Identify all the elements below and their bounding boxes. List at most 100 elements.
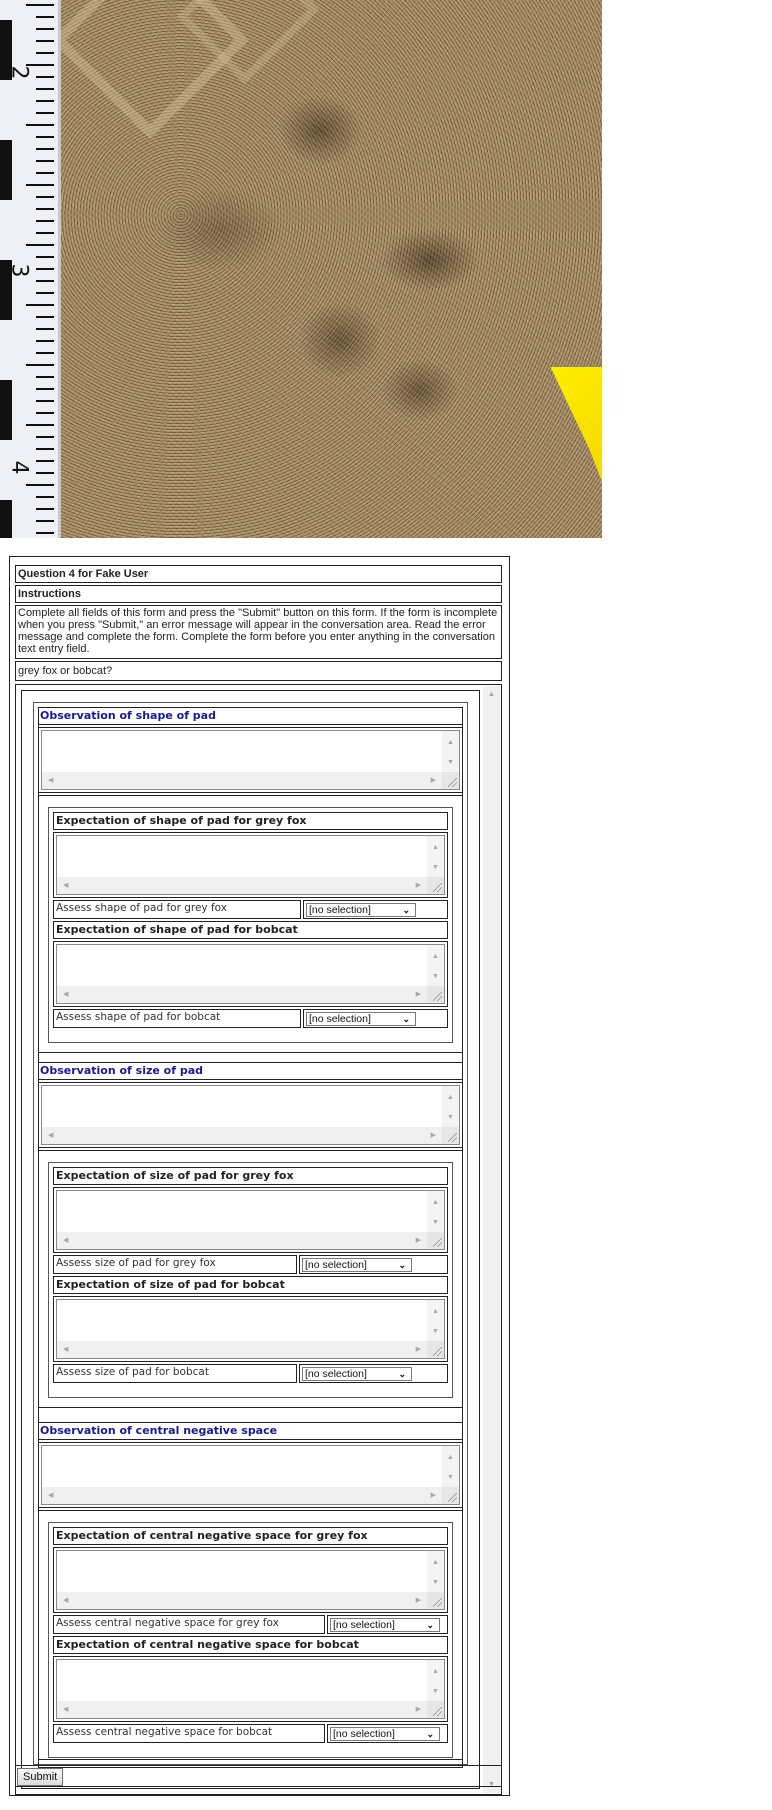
textarea-vertical-scrollbar[interactable]: ▲ ▼ bbox=[427, 1551, 444, 1592]
assess-select[interactable]: [no selection] ⌄ bbox=[306, 903, 416, 917]
textarea-horizontal-scrollbar[interactable]: ◀ ▶ bbox=[57, 1592, 427, 1609]
assess-select[interactable]: [no selection] ⌄ bbox=[330, 1727, 440, 1741]
textarea-horizontal-scrollbar[interactable]: ◀ ▶ bbox=[42, 1487, 442, 1504]
textarea-horizontal-scrollbar[interactable]: ◀ ▶ bbox=[57, 1232, 427, 1249]
resize-handle[interactable] bbox=[442, 772, 459, 789]
expectation-textarea[interactable] bbox=[57, 1191, 427, 1232]
textarea-horizontal-scrollbar[interactable]: ◀ ▶ bbox=[42, 1127, 442, 1144]
assess-select[interactable]: [no selection] ⌄ bbox=[302, 1367, 412, 1381]
scroll-right-icon[interactable]: ▶ bbox=[416, 991, 421, 998]
ruler-tick bbox=[36, 148, 54, 150]
textarea-vertical-scrollbar[interactable]: ▲ ▼ bbox=[427, 836, 444, 877]
scroll-right-icon[interactable]: ▶ bbox=[416, 882, 421, 889]
scroll-left-icon[interactable]: ◀ bbox=[63, 1706, 68, 1713]
ruler-tick bbox=[26, 304, 54, 306]
scroll-down-icon[interactable]: ▼ bbox=[432, 864, 439, 871]
expectation-textarea[interactable] bbox=[57, 836, 427, 877]
expectation-title: Expectation of central negative space fo… bbox=[53, 1527, 448, 1545]
scroll-down-icon[interactable]: ▼ bbox=[432, 1579, 439, 1586]
ruler-tick bbox=[36, 232, 54, 234]
textarea-horizontal-scrollbar[interactable]: ◀ ▶ bbox=[57, 1701, 427, 1718]
textarea-vertical-scrollbar[interactable]: ▲ ▼ bbox=[442, 1086, 459, 1127]
resize-handle[interactable] bbox=[427, 1341, 444, 1358]
resize-handle[interactable] bbox=[427, 1232, 444, 1249]
expectation-textarea[interactable] bbox=[57, 945, 427, 986]
scroll-up-icon[interactable]: ▲ bbox=[432, 1668, 439, 1675]
resize-grip-icon bbox=[433, 883, 442, 892]
scroll-right-icon[interactable]: ▶ bbox=[431, 777, 436, 784]
resize-handle[interactable] bbox=[427, 1592, 444, 1609]
scroll-up-icon[interactable]: ▲ bbox=[483, 686, 500, 703]
scroll-left-icon[interactable]: ◀ bbox=[63, 882, 68, 889]
scroll-down-icon[interactable]: ▼ bbox=[432, 1688, 439, 1695]
scroll-down-icon[interactable]: ▼ bbox=[432, 1219, 439, 1226]
ruler-tick bbox=[36, 40, 54, 42]
textarea-vertical-scrollbar[interactable]: ▲ ▼ bbox=[427, 1191, 444, 1232]
scroll-up-icon[interactable]: ▲ bbox=[432, 1199, 439, 1206]
textarea-horizontal-scrollbar[interactable]: ◀ ▶ bbox=[57, 877, 427, 894]
scroll-left-icon[interactable]: ◀ bbox=[48, 777, 53, 784]
resize-handle[interactable] bbox=[442, 1487, 459, 1504]
textarea-horizontal-scrollbar[interactable]: ◀ ▶ bbox=[42, 772, 442, 789]
scroll-down-icon[interactable]: ▼ bbox=[447, 1474, 454, 1481]
expectation-title: Expectation of size of pad for bobcat bbox=[53, 1276, 448, 1294]
resize-handle[interactable] bbox=[427, 1701, 444, 1718]
scroll-left-icon[interactable]: ◀ bbox=[63, 991, 68, 998]
assess-select[interactable]: [no selection] ⌄ bbox=[302, 1258, 412, 1272]
scroll-right-icon[interactable]: ▶ bbox=[431, 1492, 436, 1499]
scroll-right-icon[interactable]: ▶ bbox=[416, 1346, 421, 1353]
ruler-tick bbox=[36, 160, 54, 162]
textarea-vertical-scrollbar[interactable]: ▲ ▼ bbox=[442, 1446, 459, 1487]
assess-select-value: [no selection] bbox=[309, 904, 371, 916]
textarea-vertical-scrollbar[interactable]: ▲ ▼ bbox=[427, 1300, 444, 1341]
textarea-vertical-scrollbar[interactable]: ▲ ▼ bbox=[427, 1660, 444, 1701]
textarea-horizontal-scrollbar[interactable]: ◀ ▶ bbox=[57, 1341, 427, 1358]
scroll-right-icon[interactable]: ▶ bbox=[416, 1237, 421, 1244]
scroll-up-icon[interactable]: ▲ bbox=[432, 1559, 439, 1566]
textarea-horizontal-scrollbar[interactable]: ◀ ▶ bbox=[57, 986, 427, 1003]
resize-grip-icon bbox=[448, 1133, 457, 1142]
scroll-up-icon[interactable]: ▲ bbox=[447, 1454, 454, 1461]
scroll-left-icon[interactable]: ◀ bbox=[48, 1132, 53, 1139]
scroll-right-icon[interactable]: ▶ bbox=[416, 1597, 421, 1604]
expectation-textarea[interactable] bbox=[57, 1300, 427, 1341]
textarea-vertical-scrollbar[interactable]: ▲ ▼ bbox=[442, 731, 459, 772]
scroll-right-icon[interactable]: ▶ bbox=[416, 1706, 421, 1713]
resize-handle[interactable] bbox=[442, 1127, 459, 1144]
observation-textarea[interactable] bbox=[42, 731, 442, 772]
resize-handle[interactable] bbox=[427, 877, 444, 894]
ruler-mark: 4 bbox=[6, 460, 32, 475]
scroll-up-icon[interactable]: ▲ bbox=[432, 844, 439, 851]
scroll-up-icon[interactable]: ▲ bbox=[447, 739, 454, 746]
scroll-right-icon[interactable]: ▶ bbox=[431, 1132, 436, 1139]
observation-textarea[interactable] bbox=[42, 1086, 442, 1127]
ruler-block bbox=[0, 500, 12, 538]
ruler-tick bbox=[36, 340, 54, 342]
scroll-up-icon[interactable]: ▲ bbox=[432, 1308, 439, 1315]
assess-label: Assess shape of pad for grey fox bbox=[53, 900, 301, 919]
assess-select[interactable]: [no selection] ⌄ bbox=[330, 1618, 440, 1632]
observation-textarea[interactable] bbox=[42, 1446, 442, 1487]
scroll-down-icon[interactable]: ▼ bbox=[447, 1114, 454, 1121]
resize-handle[interactable] bbox=[427, 986, 444, 1003]
scroll-down-icon[interactable]: ▼ bbox=[432, 973, 439, 980]
scroll-left-icon[interactable]: ◀ bbox=[63, 1346, 68, 1353]
scroll-up-icon[interactable]: ▲ bbox=[447, 1094, 454, 1101]
assess-select-value: [no selection] bbox=[333, 1728, 395, 1740]
textarea-vertical-scrollbar[interactable]: ▲ ▼ bbox=[427, 945, 444, 986]
scroll-down-icon[interactable]: ▼ bbox=[432, 1328, 439, 1335]
vertical-scrollbar[interactable]: ▲ ▼ bbox=[483, 686, 500, 1793]
form-scroll-area[interactable]: Observation of shape of pad ▲ ▼ ◀ ▶ Expectati… bbox=[15, 684, 502, 1795]
scroll-up-icon[interactable]: ▲ bbox=[432, 953, 439, 960]
scroll-left-icon[interactable]: ◀ bbox=[63, 1597, 68, 1604]
assess-select-value: [no selection] bbox=[305, 1368, 367, 1380]
scroll-down-icon[interactable]: ▼ bbox=[447, 759, 454, 766]
observation-title: Observation of size of pad bbox=[38, 1062, 463, 1080]
expectation-textarea[interactable] bbox=[57, 1660, 427, 1701]
scroll-left-icon[interactable]: ◀ bbox=[63, 1237, 68, 1244]
submit-button[interactable]: Submit bbox=[17, 1768, 64, 1786]
expectation-textarea[interactable] bbox=[57, 1551, 427, 1592]
assess-label: Assess shape of pad for bobcat bbox=[53, 1009, 301, 1028]
assess-select[interactable]: [no selection] ⌄ bbox=[306, 1012, 416, 1026]
scroll-left-icon[interactable]: ◀ bbox=[48, 1492, 53, 1499]
